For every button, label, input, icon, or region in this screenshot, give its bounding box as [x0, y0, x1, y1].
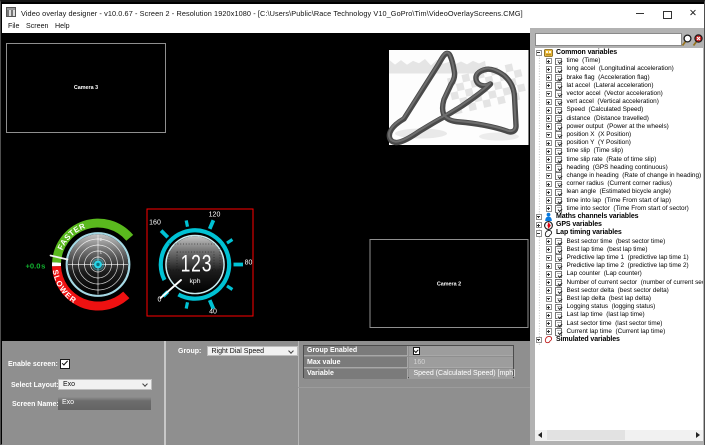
svg-text:kph: kph	[190, 278, 201, 285]
svg-text:80: 80	[245, 259, 253, 266]
svg-text:120: 120	[209, 211, 221, 218]
svg-text:1: 1	[100, 249, 103, 254]
svg-text:2: 2	[100, 236, 103, 241]
svg-text:Camera 2: Camera 2	[437, 281, 461, 287]
svg-text:+0.0 s: +0.0 s	[26, 261, 46, 270]
svg-text:40: 40	[209, 308, 217, 315]
svg-text:0: 0	[158, 296, 162, 303]
svg-text:160: 160	[149, 219, 161, 226]
svg-text:123: 123	[181, 251, 213, 277]
svg-text:Camera 3: Camera 3	[74, 85, 98, 91]
